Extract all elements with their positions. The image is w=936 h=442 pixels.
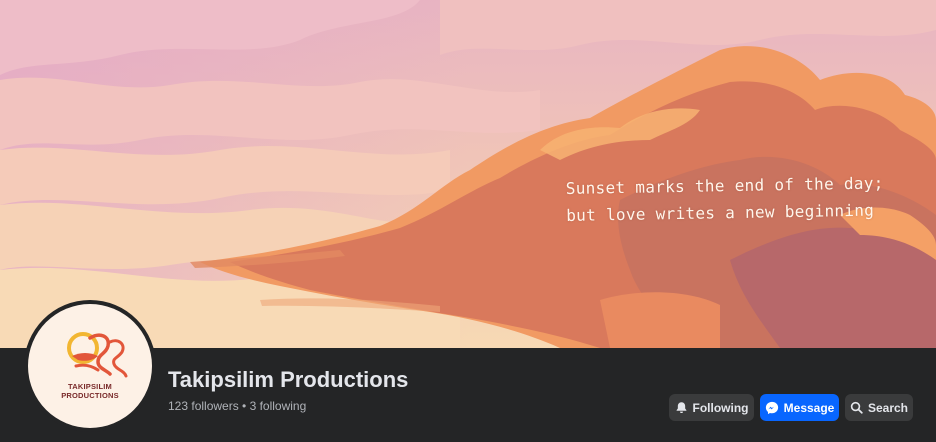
- cover-quote: Sunset marks the end of the day; but lov…: [566, 169, 907, 229]
- logo-text-line2: PRODUCTIONS: [61, 391, 119, 400]
- following-label: Following: [692, 400, 749, 415]
- message-button[interactable]: Message: [760, 394, 839, 421]
- search-label: Search: [867, 400, 909, 415]
- avatar[interactable]: TAKIPSILIM PRODUCTIONS: [28, 304, 152, 428]
- messenger-icon: [765, 401, 779, 415]
- bell-icon: [675, 401, 688, 414]
- search-button[interactable]: Search: [845, 394, 913, 421]
- cover-photo[interactable]: Sunset marks the end of the day; but lov…: [0, 0, 936, 348]
- search-icon: [850, 401, 863, 414]
- message-label: Message: [783, 400, 835, 415]
- logo-text-line1: TAKIPSILIM: [68, 382, 112, 391]
- avatar-logo-text: TAKIPSILIM PRODUCTIONS: [28, 382, 152, 400]
- page-stats[interactable]: 123 followers • 3 following: [168, 399, 306, 413]
- following-button[interactable]: Following: [669, 394, 754, 421]
- page-title[interactable]: Takipsilim Productions: [168, 367, 408, 393]
- takipsilim-logo-icon: [67, 332, 128, 378]
